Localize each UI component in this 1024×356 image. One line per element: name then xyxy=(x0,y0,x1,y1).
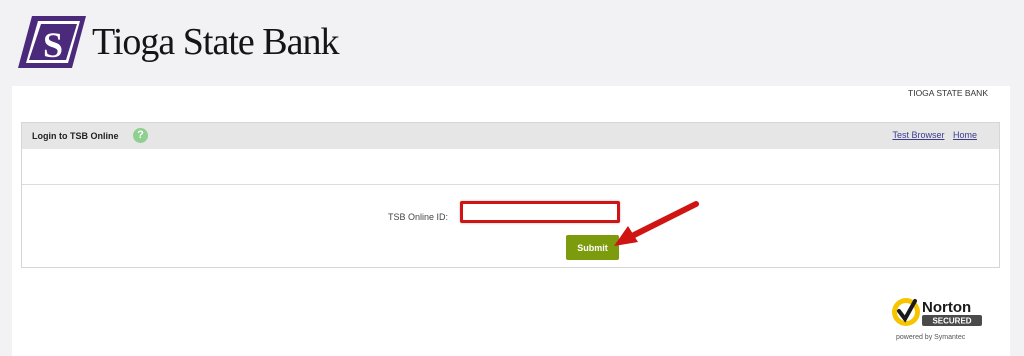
norton-secured-badge: Norton SECURED powered by Symantec xyxy=(892,298,982,341)
online-id-input[interactable] xyxy=(460,201,620,223)
svg-text:Norton: Norton xyxy=(922,299,971,316)
help-icon[interactable]: ? xyxy=(133,128,148,143)
bank-logo-icon: S xyxy=(18,16,86,68)
online-id-label: TSB Online ID: xyxy=(388,212,449,222)
login-header: Login to TSB Online ? Test Browser Home xyxy=(22,123,999,149)
svg-text:powered by Symantec: powered by Symantec xyxy=(896,334,966,341)
svg-text:SECURED: SECURED xyxy=(932,317,971,326)
red-arrow-icon xyxy=(614,201,699,246)
site-header: S Tioga State Bank xyxy=(0,0,1024,86)
login-title: Login to TSB Online xyxy=(32,131,119,141)
home-link[interactable]: Home xyxy=(953,130,977,140)
divider xyxy=(22,184,999,185)
bank-name-caption: TIOGA STATE BANK xyxy=(908,88,988,98)
bank-name-logo: Tioga State Bank xyxy=(92,21,339,63)
header-links: Test Browser Home xyxy=(886,130,977,140)
main-panel: TIOGA STATE BANK Login to TSB Online ? T… xyxy=(12,86,1010,356)
login-box: Login to TSB Online ? Test Browser Home … xyxy=(21,122,1000,268)
svg-text:S: S xyxy=(43,25,63,65)
test-browser-link[interactable]: Test Browser xyxy=(892,130,944,140)
